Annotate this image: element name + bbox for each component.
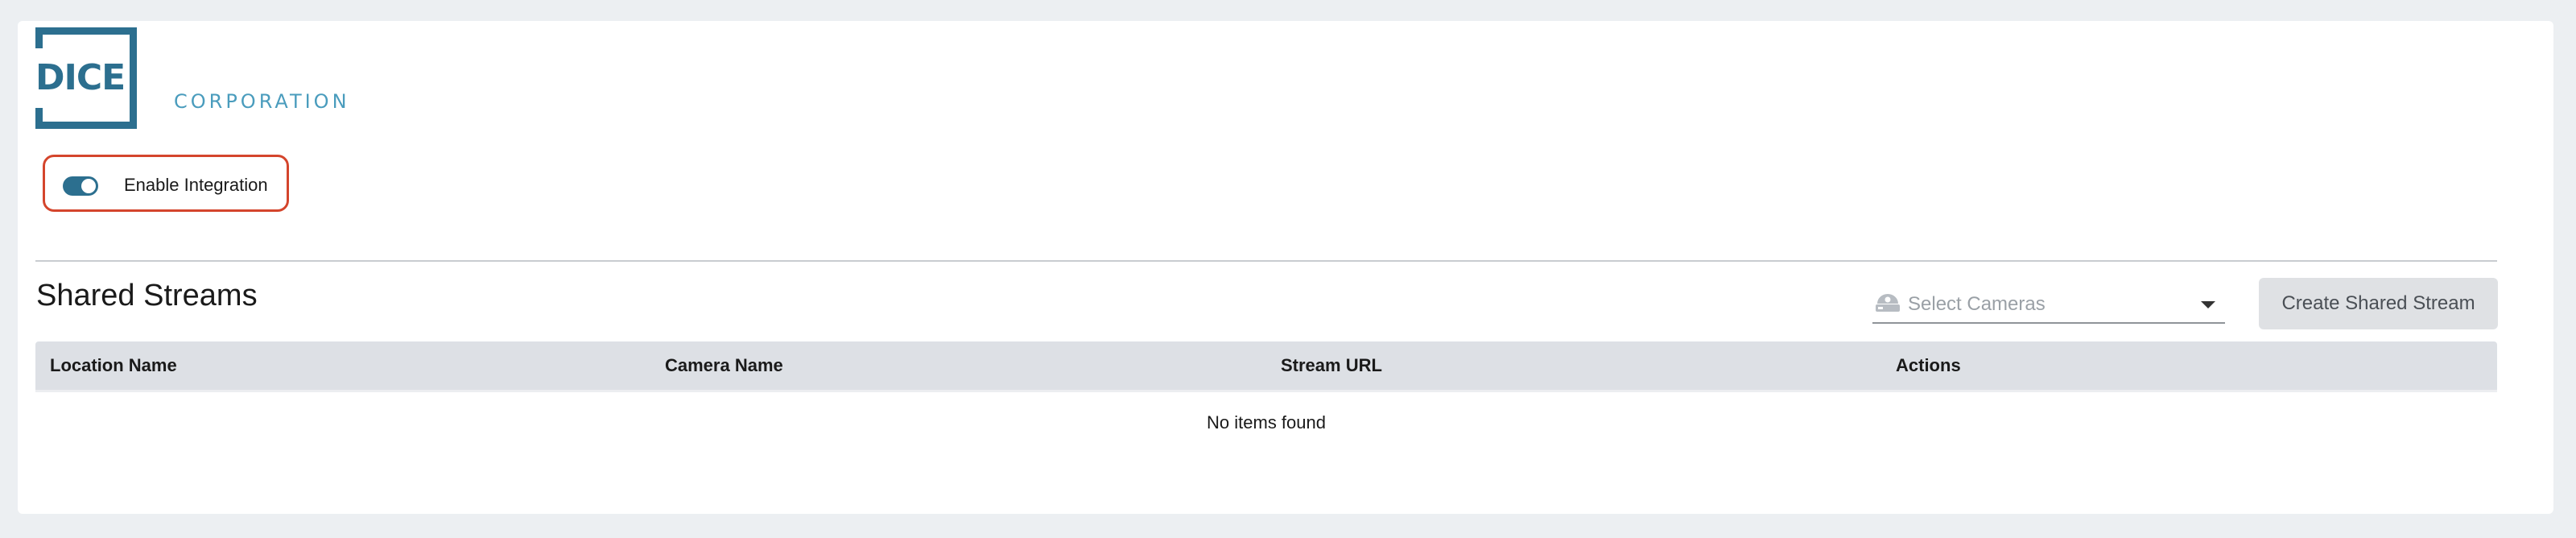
dice-corporation-logo: DICE CORPORATION (35, 27, 357, 140)
chevron-down-icon (2201, 301, 2215, 308)
column-header-location-name[interactable]: Location Name (50, 355, 177, 376)
streams-table-header: Location Name Camera Name Stream URL Act… (35, 341, 2497, 390)
main-card (18, 21, 2553, 514)
logo-dice-text: DICE (35, 57, 126, 98)
select-cameras-dropdown[interactable]: Select Cameras (1872, 283, 2225, 324)
section-divider (35, 260, 2497, 262)
camera-icon (1876, 294, 1900, 312)
column-header-camera-name[interactable]: Camera Name (665, 355, 783, 376)
logo-corporation-text: CORPORATION (174, 90, 350, 113)
enable-integration-label: Enable Integration (124, 175, 268, 195)
create-shared-stream-button[interactable]: Create Shared Stream (2259, 278, 2498, 329)
table-header-underline (35, 390, 2497, 392)
no-items-message: No items found (1207, 412, 1326, 432)
enable-integration-group: Enable Integration (43, 155, 289, 212)
select-cameras-placeholder: Select Cameras (1908, 293, 2046, 315)
toggle-knob (81, 179, 96, 193)
column-header-stream-url[interactable]: Stream URL (1281, 355, 1382, 376)
column-header-actions: Actions (1896, 355, 1961, 375)
enable-integration-toggle[interactable] (63, 176, 98, 196)
shared-streams-title: Shared Streams (36, 279, 258, 312)
